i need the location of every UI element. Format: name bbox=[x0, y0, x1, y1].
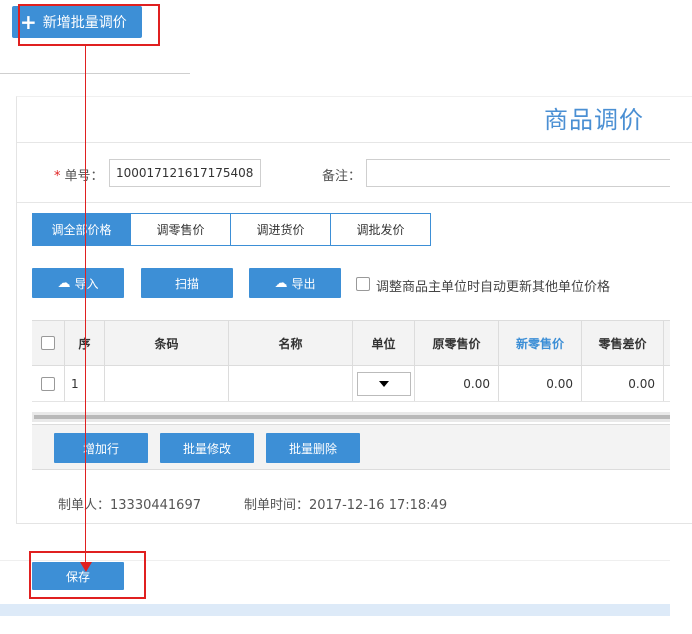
row-barcode-cell[interactable] bbox=[105, 366, 229, 401]
scrollbar-thumb[interactable] bbox=[34, 415, 670, 419]
remark-label: 备注： bbox=[322, 169, 362, 184]
creator-label: 制单人： bbox=[58, 498, 111, 513]
created-time-info: 制单时间：2017-12-16 17:18:49 bbox=[244, 494, 447, 513]
tab-retail-price[interactable]: 调零售价 bbox=[131, 213, 231, 246]
col-new-retail: 新零售价 bbox=[499, 321, 582, 365]
annotation-box-add bbox=[18, 4, 160, 46]
annotation-box-save bbox=[29, 551, 146, 599]
batch-edit-button[interactable]: 批量修改 bbox=[160, 433, 254, 463]
created-time-value: 2017-12-16 17:18:49 bbox=[309, 498, 448, 513]
table-header: 序 条码 名称 单位 原零售价 新零售价 零售差价 bbox=[32, 320, 670, 366]
row-new-retail[interactable]: 0.00 bbox=[499, 366, 582, 401]
creator-value: 13330441697 bbox=[110, 498, 201, 513]
row-name-cell[interactable] bbox=[229, 366, 353, 401]
creator-info: 制单人：13330441697 bbox=[58, 494, 201, 513]
export-button[interactable]: ☁ 导出 bbox=[249, 268, 341, 298]
tab-purchase-price[interactable]: 调进货价 bbox=[231, 213, 331, 246]
batch-delete-button[interactable]: 批量删除 bbox=[266, 433, 360, 463]
col-barcode: 条码 bbox=[105, 321, 229, 365]
form-divider bbox=[17, 202, 692, 203]
cloud-download-icon: ☁ bbox=[274, 275, 288, 291]
import-button[interactable]: ☁ 导入 bbox=[32, 268, 124, 298]
row-unit-cell bbox=[353, 366, 415, 401]
annotation-arrowhead bbox=[80, 562, 92, 572]
scan-button[interactable]: 扫描 bbox=[141, 268, 233, 298]
remark-field[interactable] bbox=[366, 159, 670, 187]
row-old-retail: 0.00 bbox=[415, 366, 499, 401]
unit-select[interactable] bbox=[356, 371, 411, 396]
table-row: 1 0.00 0.00 0.00 bbox=[32, 366, 670, 402]
created-time-label: 制单时间： bbox=[244, 498, 310, 513]
annotation-arrow-line bbox=[85, 46, 86, 566]
top-divider bbox=[0, 73, 190, 74]
tab-all-prices[interactable]: 调全部价格 bbox=[32, 213, 131, 246]
col-name: 名称 bbox=[229, 321, 353, 365]
row-select bbox=[32, 366, 65, 401]
caret-down-icon bbox=[378, 380, 389, 387]
order-no-label: * 单号： bbox=[54, 169, 104, 184]
row-retail-diff: 0.00 bbox=[582, 366, 664, 401]
tab-wholesale-price[interactable]: 调批发价 bbox=[331, 213, 431, 246]
add-row-button[interactable]: 增加行 bbox=[54, 433, 148, 463]
col-retail-diff: 零售差价 bbox=[582, 321, 664, 365]
price-tabs: 调全部价格 调零售价 调进货价 调批发价 bbox=[32, 213, 431, 246]
col-old-retail: 原零售价 bbox=[415, 321, 499, 365]
title-divider bbox=[17, 142, 692, 143]
select-all-checkbox[interactable] bbox=[41, 336, 55, 350]
page-title: 商品调价 bbox=[544, 106, 644, 134]
col-unit: 单位 bbox=[353, 321, 415, 365]
required-star: * bbox=[54, 169, 61, 184]
cloud-upload-icon: ☁ bbox=[57, 275, 71, 291]
row-checkbox[interactable] bbox=[41, 376, 55, 391]
auto-update-label: 调整商品主单位时自动更新其他单位价格 bbox=[376, 280, 611, 295]
header-select-all bbox=[32, 321, 65, 365]
auto-update-checkbox[interactable] bbox=[356, 277, 370, 291]
order-no-field[interactable]: 100017121617175408 bbox=[109, 159, 261, 187]
bottom-bar bbox=[0, 604, 670, 616]
